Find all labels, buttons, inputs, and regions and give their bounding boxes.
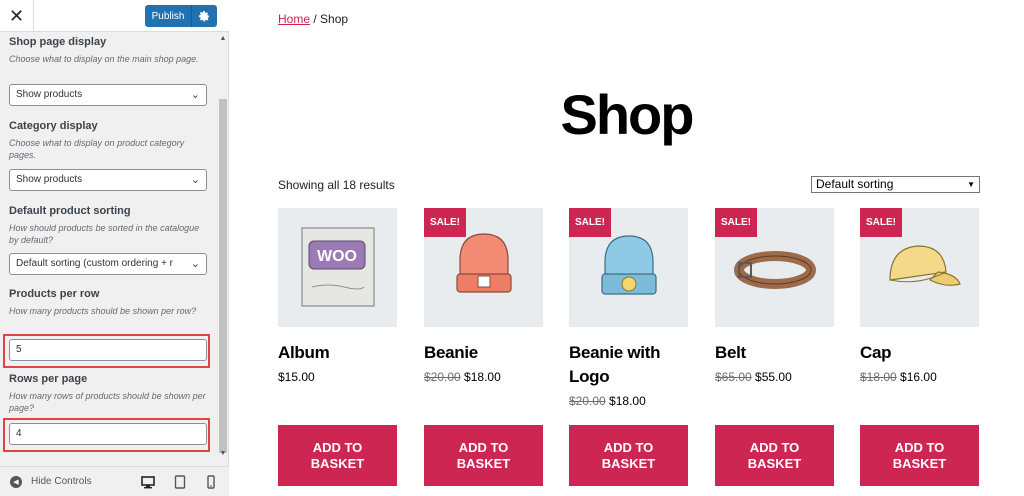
product-card: SALE! Beanie with Logo $20.00 $18.00 bbox=[569, 208, 688, 409]
customizer-sidebar: ✕ Publish Shop page display Choose what … bbox=[0, 0, 229, 496]
chevron-down-icon: ⌄ bbox=[190, 258, 200, 270]
sale-badge: SALE! bbox=[715, 208, 757, 237]
sorting-select[interactable]: Default sorting ▼ bbox=[811, 176, 980, 193]
old-price: $65.00 bbox=[715, 370, 752, 384]
scroll-up-arrow-icon[interactable]: ▲ bbox=[218, 33, 228, 45]
add-to-basket-button[interactable]: ADD TO BASKET bbox=[278, 425, 397, 486]
sale-badge: SALE! bbox=[424, 208, 466, 237]
mobile-preview-icon[interactable] bbox=[204, 475, 218, 489]
breadcrumb-home-link[interactable]: Home bbox=[278, 12, 310, 26]
scrollbar-thumb[interactable] bbox=[219, 99, 227, 453]
add-to-basket-button[interactable]: ADD TO BASKET bbox=[860, 425, 979, 486]
old-price: $20.00 bbox=[569, 394, 606, 408]
chevron-down-icon: ⌄ bbox=[190, 174, 200, 186]
category-display-select[interactable]: Show products ⌄ bbox=[9, 169, 207, 191]
publish-settings-gear-icon[interactable] bbox=[191, 5, 217, 27]
product-price: $15.00 bbox=[278, 369, 397, 385]
desktop-preview-icon[interactable] bbox=[141, 475, 155, 489]
breadcrumb-separator: / bbox=[310, 12, 321, 26]
close-icon[interactable]: ✕ bbox=[0, 0, 34, 32]
publish-group: Publish bbox=[145, 5, 217, 27]
breadcrumb-current: Shop bbox=[320, 12, 349, 26]
default-sorting-section: Default product sorting How should produ… bbox=[9, 205, 208, 246]
shop-page-display-section: Shop page display Choose what to display… bbox=[9, 36, 208, 65]
site-preview: Home / Shop Shop Showing all 18 results … bbox=[229, 0, 1024, 496]
default-sorting-title: Default product sorting bbox=[9, 205, 131, 217]
product-card: WOO Album $15.00 bbox=[278, 208, 397, 385]
old-price: $20.00 bbox=[424, 370, 461, 384]
product-name[interactable]: Album bbox=[278, 341, 397, 365]
breadcrumb: Home / Shop bbox=[278, 12, 348, 26]
customizer-panel: Shop page display Choose what to display… bbox=[0, 33, 218, 460]
product-price: $20.00 $18.00 bbox=[424, 369, 543, 385]
rows-per-page-description: How many rows of products should be show… bbox=[9, 391, 206, 413]
rows-per-page-input[interactable]: 4 bbox=[9, 423, 207, 445]
current-price: $18.00 bbox=[609, 394, 646, 408]
add-to-basket-button[interactable]: ADD TO BASKET bbox=[715, 425, 834, 486]
old-price: $18.00 bbox=[860, 370, 897, 384]
shop-page-display-title: Shop page display bbox=[9, 36, 107, 48]
tablet-preview-icon[interactable] bbox=[173, 475, 187, 489]
customizer-footer: ◀ Hide Controls bbox=[0, 466, 229, 496]
product-card: SALE! Cap $18.00 $16.00 bbox=[860, 208, 979, 385]
category-display-title: Category display bbox=[9, 120, 98, 132]
products-per-row-input[interactable]: 5 bbox=[9, 339, 207, 361]
collapse-arrow-icon: ◀ bbox=[10, 475, 22, 488]
sale-badge: SALE! bbox=[569, 208, 611, 237]
default-sorting-description: How should products be sorted in the cat… bbox=[9, 223, 200, 245]
product-card: SALE! Belt $65.00 $55.00 bbox=[715, 208, 834, 385]
product-image[interactable]: SALE! bbox=[860, 208, 979, 327]
shop-page-display-select[interactable]: Show products ⌄ bbox=[9, 84, 207, 106]
product-card: SALE! Beanie $20.00 $18.00 bbox=[424, 208, 543, 385]
category-display-description: Choose what to display on product catego… bbox=[9, 138, 185, 160]
current-price: $16.00 bbox=[900, 370, 937, 384]
customizer-header: ✕ Publish bbox=[0, 0, 229, 32]
product-image[interactable]: SALE! bbox=[715, 208, 834, 327]
sorting-value: Default sorting bbox=[816, 177, 894, 191]
default-sorting-value: Default sorting (custom ordering + r bbox=[16, 258, 174, 269]
products-per-row-description: How many products should be shown per ro… bbox=[9, 306, 197, 316]
page-title: Shop bbox=[560, 83, 695, 146]
product-name[interactable]: Beanie bbox=[424, 341, 543, 365]
product-price: $18.00 $16.00 bbox=[860, 369, 979, 385]
category-display-value: Show products bbox=[16, 174, 83, 185]
scroll-down-arrow-icon[interactable]: ▼ bbox=[218, 448, 228, 460]
products-per-row-section: Products per row How many products shoul… bbox=[9, 288, 208, 317]
publish-button[interactable]: Publish bbox=[145, 5, 191, 27]
product-name[interactable]: Belt bbox=[715, 341, 834, 365]
product-name[interactable]: Cap bbox=[860, 341, 979, 365]
product-price: $65.00 $55.00 bbox=[715, 369, 834, 385]
result-count: Showing all 18 results bbox=[278, 178, 395, 192]
shop-page-display-description: Choose what to display on the main shop … bbox=[9, 54, 199, 64]
rows-per-page-title: Rows per page bbox=[9, 373, 88, 385]
dropdown-arrow-icon: ▼ bbox=[967, 180, 975, 189]
add-to-basket-button[interactable]: ADD TO BASKET bbox=[569, 425, 688, 486]
current-price: $55.00 bbox=[755, 370, 792, 384]
category-display-section: Category display Choose what to display … bbox=[9, 120, 208, 161]
woo-album-icon: WOO bbox=[301, 227, 375, 307]
hide-controls-button[interactable]: ◀ Hide Controls bbox=[10, 475, 92, 488]
product-image[interactable]: WOO bbox=[278, 208, 397, 327]
shop-page-display-value: Show products bbox=[16, 89, 83, 100]
add-to-basket-button[interactable]: ADD TO BASKET bbox=[424, 425, 543, 486]
hide-controls-label: Hide Controls bbox=[31, 476, 92, 487]
product-image[interactable]: SALE! bbox=[569, 208, 688, 327]
default-sorting-select[interactable]: Default sorting (custom ordering + r ⌄ bbox=[9, 253, 207, 275]
product-image[interactable]: SALE! bbox=[424, 208, 543, 327]
products-per-row-title: Products per row bbox=[9, 288, 100, 300]
current-price: $18.00 bbox=[464, 370, 501, 384]
svg-text:WOO: WOO bbox=[317, 248, 357, 265]
current-price: $15.00 bbox=[278, 370, 315, 384]
rows-per-page-section: Rows per page How many rows of products … bbox=[9, 373, 208, 414]
product-price: $20.00 $18.00 bbox=[569, 393, 688, 409]
product-name[interactable]: Beanie with Logo bbox=[569, 341, 688, 389]
chevron-down-icon: ⌄ bbox=[190, 89, 200, 101]
sale-badge: SALE! bbox=[860, 208, 902, 237]
panel-scrollbar[interactable]: ▲ ▼ bbox=[218, 33, 228, 460]
